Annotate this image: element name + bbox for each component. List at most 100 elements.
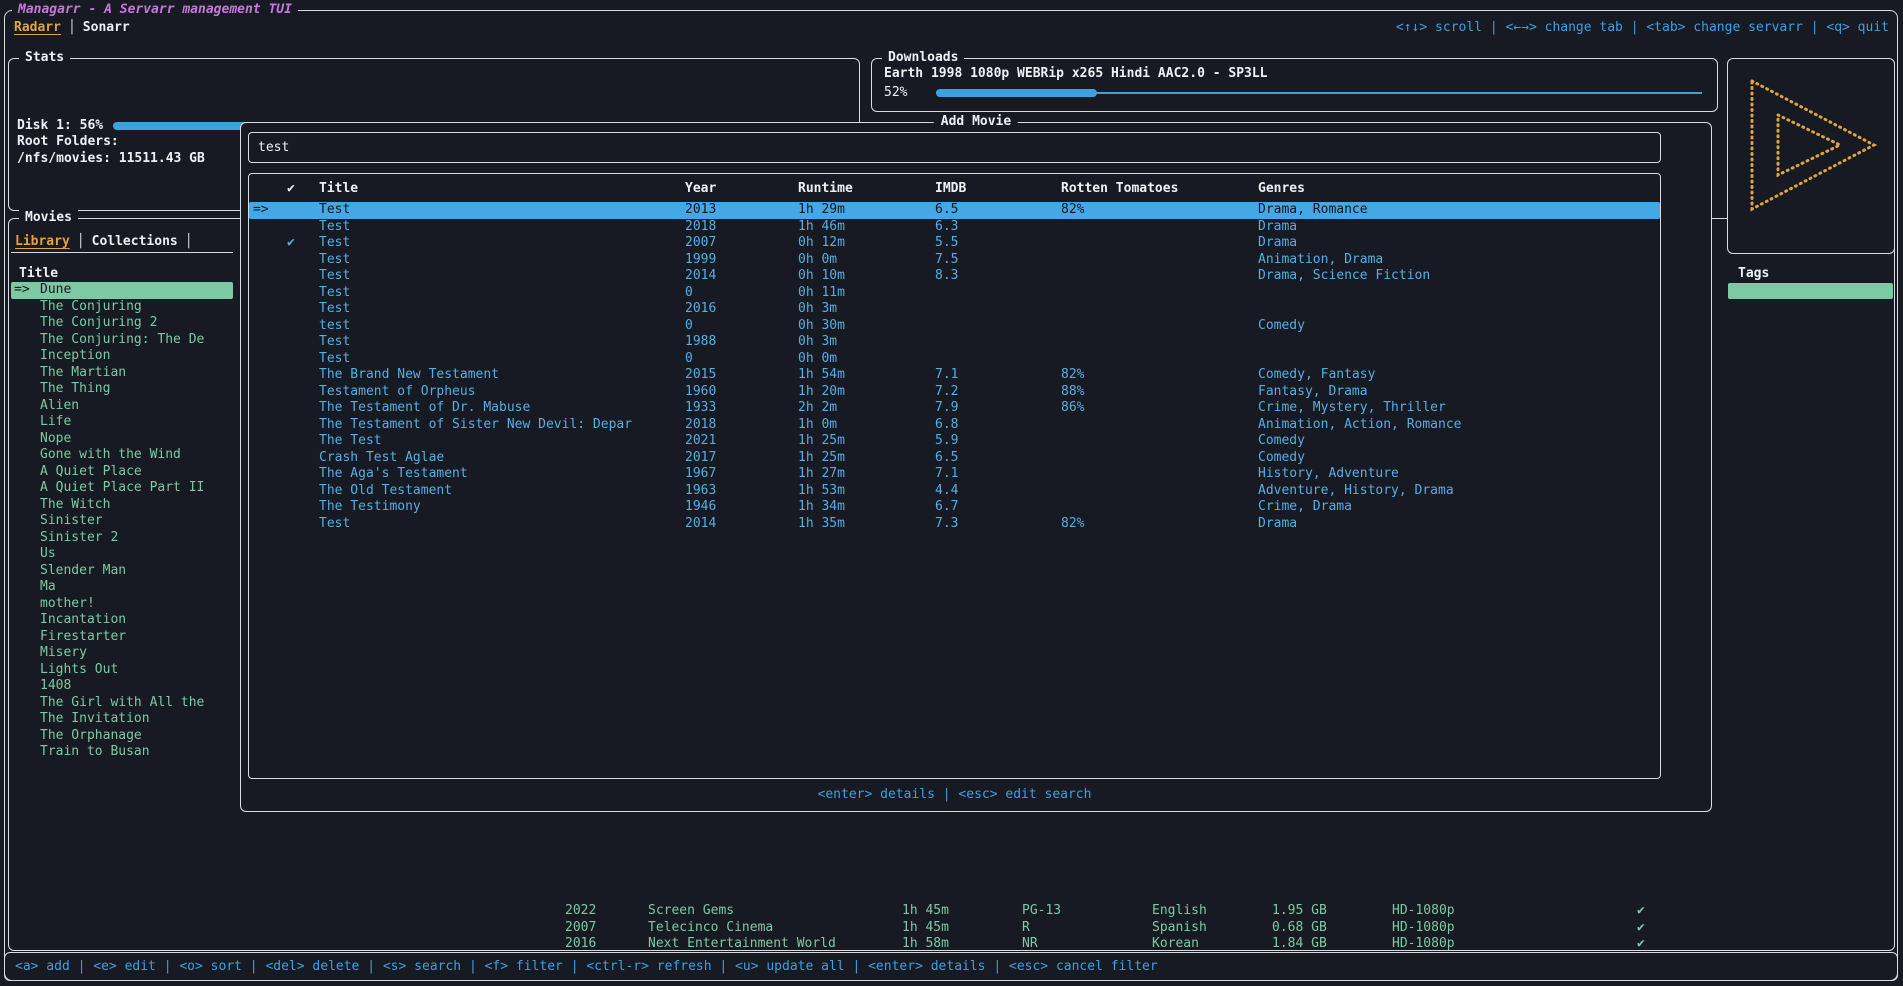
- monitored-check-icon: ✔: [1637, 920, 1645, 937]
- result-imdb: [931, 334, 1057, 351]
- result-runtime: 1h 25m: [794, 450, 931, 467]
- add-movie-result-row[interactable]: Test 0 0h 11m: [249, 285, 1660, 302]
- selection-arrow: [249, 367, 283, 384]
- movie-list-item[interactable]: The Witch: [11, 497, 233, 514]
- movie-list-item[interactable]: => Dune: [11, 282, 233, 299]
- movie-quality-profile: HD-1080p: [1392, 903, 1455, 920]
- add-movie-result-row[interactable]: The Testimony 1946 1h 34m 6.7 Crime, Dra…: [249, 499, 1660, 516]
- result-year: 2016: [681, 301, 794, 318]
- tab-library[interactable]: Library: [15, 234, 70, 249]
- add-movie-result-row[interactable]: Testament of Orpheus 1960 1h 20m 7.2 88%…: [249, 384, 1660, 401]
- movie-list-item[interactable]: Firestarter: [11, 629, 233, 646]
- movie-list-item[interactable]: mother!: [11, 596, 233, 613]
- tab-collections[interactable]: Collections: [92, 234, 178, 249]
- selection-arrow: [249, 334, 283, 351]
- result-imdb: 6.5: [931, 202, 1057, 219]
- movie-table-row[interactable]: 2007 Telecinco Cinema 1h 45m R Spanish 0…: [9, 920, 1894, 937]
- movie-list-item[interactable]: The Invitation: [11, 711, 233, 728]
- add-movie-result-row[interactable]: => Test 2013 1h 29m 6.5 82% Drama, Roman…: [249, 202, 1660, 219]
- movie-list-item[interactable]: The Girl with All the: [11, 695, 233, 712]
- movie-search-input[interactable]: [248, 132, 1661, 163]
- movie-list-item[interactable]: Sinister: [11, 513, 233, 530]
- movie-list-item[interactable]: Inception: [11, 348, 233, 365]
- movie-list-item[interactable]: Misery: [11, 645, 233, 662]
- movie-list-item[interactable]: Slender Man: [11, 563, 233, 580]
- movie-size: 1.95 GB: [1272, 903, 1327, 920]
- movie-list-item[interactable]: Us: [11, 546, 233, 563]
- movie-list-item[interactable]: The Conjuring 2: [11, 315, 233, 332]
- movie-list-item[interactable]: Lights Out: [11, 662, 233, 679]
- add-movie-result-row[interactable]: Test 1988 0h 3m: [249, 334, 1660, 351]
- movie-rating: PG-13: [1022, 903, 1061, 920]
- result-runtime: 1h 29m: [794, 202, 931, 219]
- modal-keybindings: <enter> details | <esc> edit search: [248, 787, 1661, 804]
- movie-title: Misery: [40, 645, 87, 662]
- movie-title: The Conjuring 2: [40, 315, 157, 332]
- movie-list-item[interactable]: Gone with the Wind: [11, 447, 233, 464]
- add-movie-result-row[interactable]: The Aga's Testament 1967 1h 27m 7.1 Hist…: [249, 466, 1660, 483]
- rotten-tomatoes-column-header: Rotten Tomatoes: [1057, 181, 1254, 198]
- movie-list-item[interactable]: A Quiet Place: [11, 464, 233, 481]
- add-movie-result-row[interactable]: The Test 2021 1h 25m 5.9 Comedy: [249, 433, 1660, 450]
- add-movie-result-row[interactable]: The Brand New Testament 2015 1h 54m 7.1 …: [249, 367, 1660, 384]
- movie-language: Korean: [1152, 936, 1199, 953]
- result-imdb: [931, 285, 1057, 302]
- movie-list-item[interactable]: The Thing: [11, 381, 233, 398]
- result-rotten-tomatoes: 82%: [1057, 367, 1254, 384]
- movie-list-item[interactable]: Train to Busan: [11, 744, 233, 761]
- movie-table-row[interactable]: 2022 Screen Gems 1h 45m PG-13 English 1.…: [9, 903, 1894, 920]
- selection-arrow: [249, 400, 283, 417]
- movie-list-item[interactable]: Nope: [11, 431, 233, 448]
- result-imdb: 7.5: [931, 252, 1057, 269]
- movie-runtime: 1h 58m: [902, 936, 949, 953]
- downloads-panel-title: Downloads: [882, 50, 964, 65]
- movie-list-item[interactable]: Sinister 2: [11, 530, 233, 547]
- add-movie-result-row[interactable]: Test 2016 0h 3m: [249, 301, 1660, 318]
- add-movie-result-row[interactable]: Test 1999 0h 0m 7.5 Animation, Drama: [249, 252, 1660, 269]
- add-movie-result-row[interactable]: Test 2014 0h 10m 8.3 Drama, Science Fict…: [249, 268, 1660, 285]
- add-movie-result-row[interactable]: The Testament of Sister New Devil: Depar…: [249, 417, 1660, 434]
- movie-list-item[interactable]: The Orphanage: [11, 728, 233, 745]
- movie-table-row[interactable]: 2016 Next Entertainment World 1h 58m NR …: [9, 936, 1894, 953]
- library-tabs-underline: [11, 252, 233, 253]
- downloads-panel: Downloads Earth 1998 1080p WEBRip x265 H…: [871, 58, 1718, 112]
- tab-radarr[interactable]: Radarr: [14, 20, 61, 35]
- movie-list-item[interactable]: A Quiet Place Part II: [11, 480, 233, 497]
- result-genres: [1254, 334, 1660, 351]
- result-imdb: 7.1: [931, 466, 1057, 483]
- movie-title: The Thing: [40, 381, 110, 398]
- imdb-column-header: IMDB: [931, 181, 1057, 198]
- movie-list-item[interactable]: Ma: [11, 579, 233, 596]
- movie-list-item[interactable]: Alien: [11, 398, 233, 415]
- result-imdb: 5.9: [931, 433, 1057, 450]
- add-movie-result-row[interactable]: Test 0 0h 0m: [249, 351, 1660, 368]
- movie-table-visible-rows: 2022 Screen Gems 1h 45m PG-13 English 1.…: [9, 903, 1894, 953]
- monitored-check-icon: ✔: [1637, 903, 1645, 920]
- result-rotten-tomatoes: [1057, 318, 1254, 335]
- added-check-icon: [283, 384, 315, 401]
- add-movie-result-row[interactable]: The Old Testament 1963 1h 53m 4.4 Advent…: [249, 483, 1660, 500]
- movie-list-item[interactable]: The Martian: [11, 365, 233, 382]
- add-movie-result-row[interactable]: ✔ Test 2007 0h 12m 5.5 Drama: [249, 235, 1660, 252]
- add-movie-result-row[interactable]: Crash Test Aglae 2017 1h 25m 6.5 Comedy: [249, 450, 1660, 467]
- add-movie-result-row[interactable]: Test 2018 1h 46m 6.3 Drama: [249, 219, 1660, 236]
- movie-list-item[interactable]: Life: [11, 414, 233, 431]
- selection-arrow: [14, 513, 40, 530]
- add-movie-result-row[interactable]: The Testament of Dr. Mabuse 1933 2h 2m 7…: [249, 400, 1660, 417]
- download-item-title: Earth 1998 1080p WEBRip x265 Hindi AAC2.…: [884, 66, 1705, 83]
- result-year: 1967: [681, 466, 794, 483]
- result-genres: Comedy: [1254, 318, 1660, 335]
- selection-arrow: [249, 252, 283, 269]
- selection-arrow: [14, 662, 40, 679]
- movie-title: Inception: [40, 348, 110, 365]
- add-movie-result-row[interactable]: test 0 0h 30m Comedy: [249, 318, 1660, 335]
- movie-list-item[interactable]: Incantation: [11, 612, 233, 629]
- movie-list-item[interactable]: The Conjuring: [11, 299, 233, 316]
- movie-list-item[interactable]: 1408: [11, 678, 233, 695]
- movie-language: English: [1152, 903, 1207, 920]
- movie-list-item[interactable]: The Conjuring: The De: [11, 332, 233, 349]
- added-check-icon: [283, 417, 315, 434]
- tab-sonarr[interactable]: Sonarr: [83, 20, 130, 35]
- download-progress-gauge: [936, 85, 1705, 102]
- add-movie-result-row[interactable]: Test 2014 1h 35m 7.3 82% Drama: [249, 516, 1660, 533]
